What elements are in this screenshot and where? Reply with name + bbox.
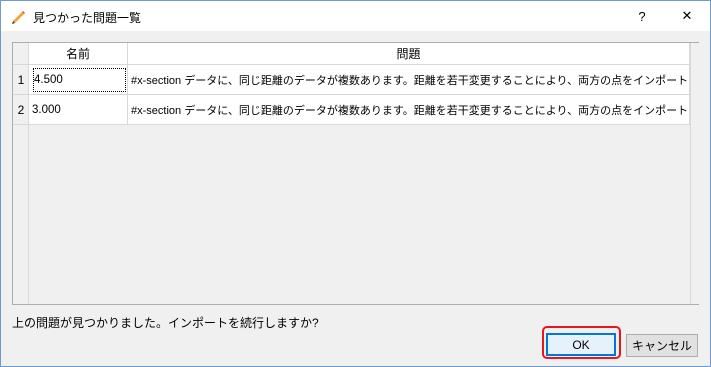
table-cell-problem[interactable]: #x-section データに、同じ距離のデータが複数あります。距離を若干変更す… (128, 95, 690, 125)
confirm-message: 上の問題が見つかりました。インポートを続行しますか? (12, 316, 319, 330)
cancel-button[interactable]: キャンセル (626, 334, 698, 357)
table-cell-problem[interactable]: #x-section データに、同じ距離のデータが複数あります。距離を若干変更す… (128, 65, 690, 95)
cell-name-value: 4.500 (32, 67, 127, 93)
problems-table[interactable]: 名前 問題 1 4.500 #x-section データに、同じ距離のデータが複… (12, 42, 699, 305)
row-header-2[interactable]: 2 (13, 95, 29, 125)
table-cell-name[interactable]: 4.500 (29, 65, 128, 95)
dialog-window: 見つかった問題一覧 ? ✕ 名前 問題 1 4.500 #x-section デ… (0, 0, 711, 367)
column-header-name[interactable]: 名前 (29, 43, 128, 65)
table-cell-name[interactable]: 3.000 (29, 95, 128, 125)
table-corner (13, 43, 29, 65)
vertical-scrollbar[interactable] (690, 43, 699, 304)
row-header-1[interactable]: 1 (13, 65, 29, 95)
close-button[interactable]: ✕ (664, 1, 710, 31)
table-empty-area (29, 125, 690, 304)
help-button[interactable]: ? (619, 1, 665, 31)
window-title: 見つかった問題一覧 (33, 11, 142, 25)
pencil-icon (10, 8, 26, 24)
title-bar: 見つかった問題一覧 ? ✕ (1, 1, 710, 31)
column-header-problem[interactable]: 問題 (128, 43, 690, 65)
ok-button[interactable]: OK (546, 333, 616, 356)
